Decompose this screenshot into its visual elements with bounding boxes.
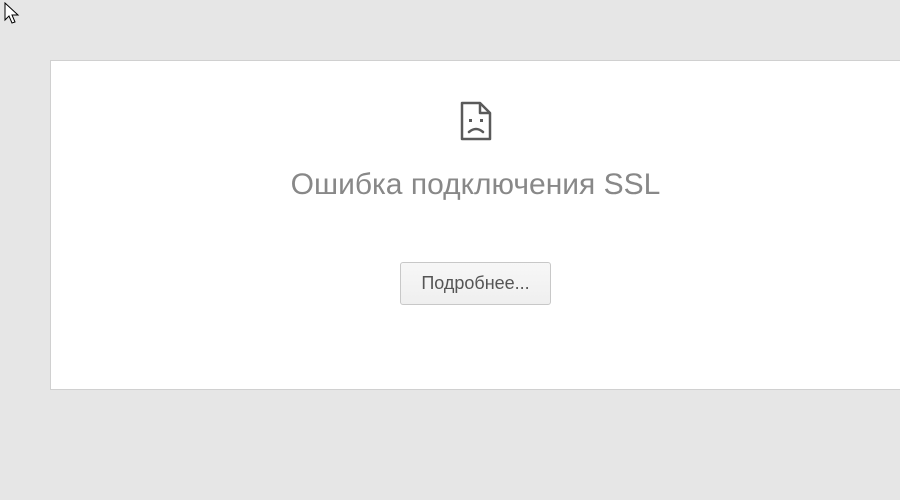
sad-page-icon	[458, 101, 494, 146]
cursor-pointer	[4, 2, 24, 33]
details-button[interactable]: Подробнее...	[400, 262, 550, 305]
error-panel: Ошибка подключения SSL Подробнее...	[50, 60, 900, 390]
error-title: Ошибка подключения SSL	[51, 168, 900, 202]
